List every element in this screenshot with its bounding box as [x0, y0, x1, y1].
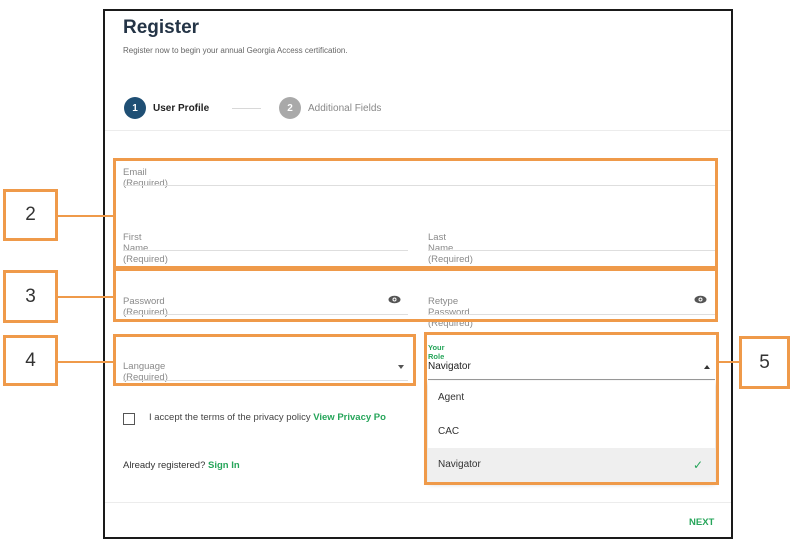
terms-label: I accept the terms of the privacy policy — [149, 412, 311, 423]
annotation-label-3: 3 — [3, 270, 58, 323]
annotation-leader-4 — [57, 361, 114, 363]
privacy-policy-link[interactable]: View Privacy Po — [313, 412, 386, 423]
annotation-label-2: 2 — [3, 189, 58, 241]
page-subtitle: Register now to begin your annual Georgi… — [123, 46, 348, 55]
annotation-leader-5 — [718, 361, 740, 363]
annotation-box-passwords — [113, 268, 718, 322]
privacy-checkbox[interactable] — [123, 413, 135, 425]
signin-row: Already registered? Sign In — [123, 460, 240, 471]
step-1-indicator: 1 — [124, 97, 146, 119]
next-button[interactable]: NEXT — [689, 517, 714, 528]
annotation-label-5: 5 — [739, 336, 790, 389]
already-registered-text: Already registered? — [123, 460, 206, 471]
step-connector — [232, 108, 261, 109]
step-2-indicator: 2 — [279, 97, 301, 119]
footer-divider — [105, 502, 731, 503]
annotation-leader-3 — [57, 296, 114, 298]
step-2-label: Additional Fields — [308, 103, 382, 114]
annotation-box-role — [424, 332, 719, 485]
terms-text: I accept the terms of the privacy policy… — [149, 412, 386, 423]
annotation-box-language — [113, 334, 416, 386]
sign-in-link[interactable]: Sign In — [208, 460, 240, 471]
header-divider — [105, 130, 731, 131]
page-title: Register — [123, 17, 200, 38]
step-1-label: User Profile — [153, 103, 210, 114]
annotation-leader-2 — [57, 215, 114, 217]
annotation-label-4: 4 — [3, 335, 58, 386]
annotation-box-name-email — [113, 158, 718, 269]
